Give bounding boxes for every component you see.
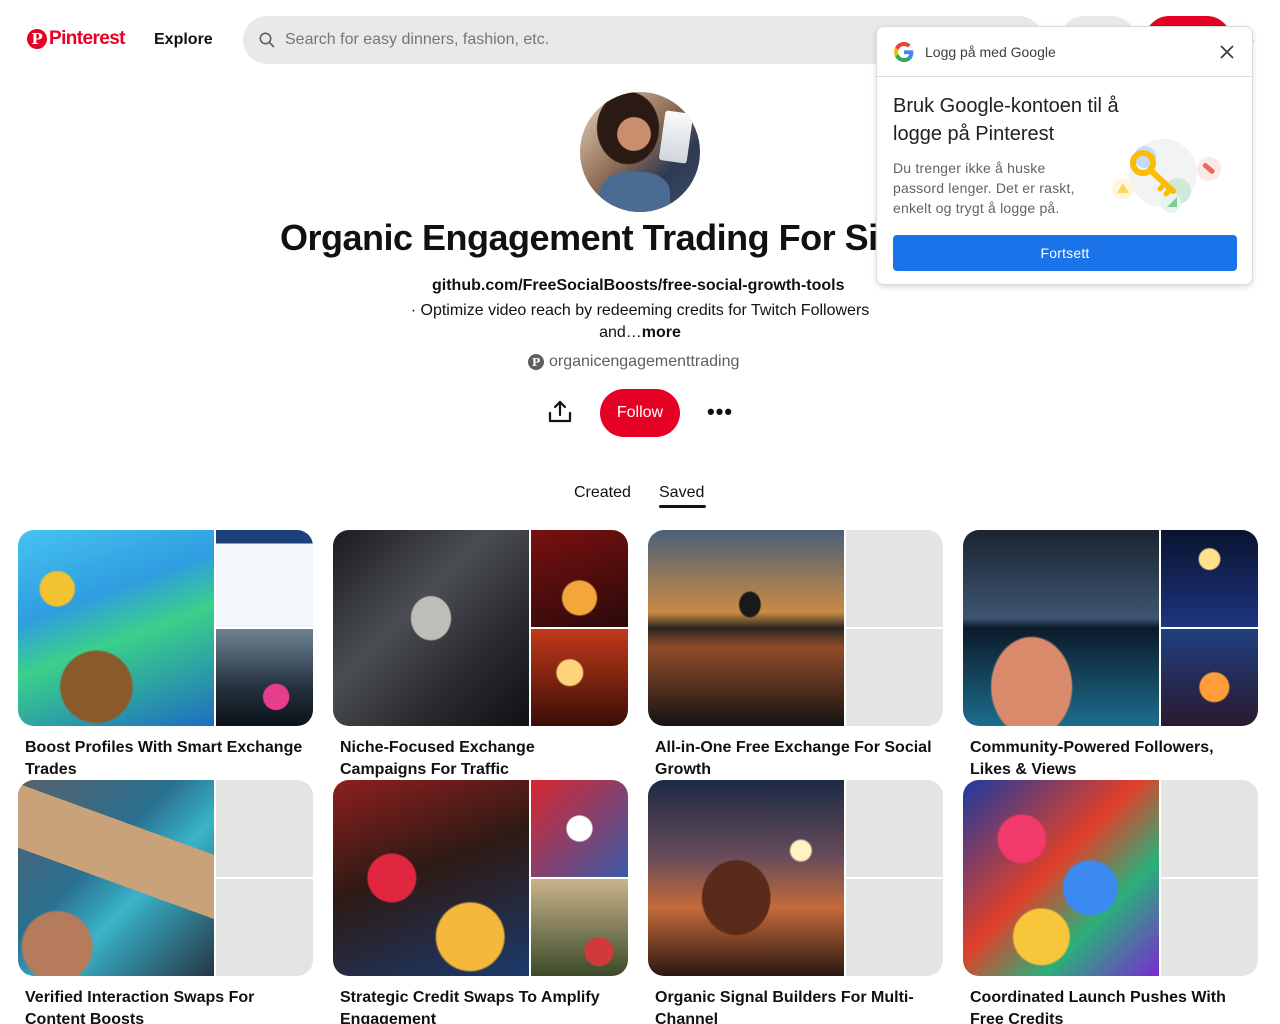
board-title: Verified Interaction Swaps For Content B… [25, 989, 255, 1024]
board-cover [333, 780, 628, 976]
board-card[interactable]: Strategic Credit Swaps To Amplify Engage… [333, 780, 628, 1024]
board-card[interactable]: Organic Signal Builders For Multi-Channe… [648, 780, 943, 1024]
pinterest-logo[interactable]: P Pinterest [27, 28, 126, 50]
board-cover [18, 780, 313, 976]
board-image-placeholder [846, 780, 943, 877]
board-cover [963, 530, 1258, 726]
explore-link[interactable]: Explore [154, 31, 213, 49]
share-button[interactable] [540, 392, 580, 432]
board-image [333, 530, 529, 726]
board-title: Strategic Credit Swaps To Amplify Engage… [340, 989, 600, 1024]
board-cover [333, 530, 628, 726]
close-icon[interactable] [1216, 41, 1238, 63]
username-text: organicengagementtrading [549, 353, 740, 370]
search-input[interactable] [285, 31, 885, 49]
board-image [1161, 629, 1258, 726]
board-image [1161, 530, 1258, 627]
board-image [216, 530, 313, 627]
board-card[interactable]: Niche-Focused Exchange Campaigns For Tra… [333, 530, 628, 781]
profile-avatar [580, 92, 700, 212]
google-signin-popup: Logg på med Google Bruk Google-kontoen t… [876, 26, 1253, 285]
board-card[interactable]: Coordinated Launch Pushes With Free Cred… [963, 780, 1258, 1024]
board-cover [18, 530, 313, 726]
google-popup-body: Du trenger ikke å huske passord lenger. … [893, 160, 1075, 216]
more-link[interactable]: more [642, 324, 681, 341]
more-options-icon[interactable]: ••• [700, 392, 740, 432]
pinterest-logo-icon: P [27, 29, 47, 49]
share-icon [548, 400, 572, 423]
google-popup-header-title: Logg på med Google [925, 43, 1056, 60]
board-image [18, 780, 214, 976]
board-title: Community-Powered Followers, Likes & Vie… [970, 739, 1214, 778]
pinterest-icon: P [528, 354, 544, 370]
board-title: Organic Signal Builders For Multi-Channe… [655, 989, 914, 1024]
tab-saved[interactable]: Saved [659, 484, 704, 502]
board-image-placeholder [846, 530, 943, 627]
board-title: Boost Profiles With Smart Exchange Trade… [25, 739, 303, 778]
board-image [531, 780, 628, 877]
board-image-placeholder [846, 629, 943, 726]
board-title: All-in-One Free Exchange For Social Grow… [655, 739, 932, 778]
board-image [648, 530, 844, 726]
google-popup-header: Logg på med Google [877, 27, 1252, 77]
board-image [963, 530, 1159, 726]
board-image-placeholder [846, 879, 943, 976]
board-cover [963, 780, 1258, 976]
about-line-2: and… [599, 324, 642, 341]
board-card[interactable]: Community-Powered Followers, Likes & Vie… [963, 530, 1258, 781]
board-card[interactable]: Verified Interaction Swaps For Content B… [18, 780, 313, 1024]
key-illustration-icon [1112, 139, 1221, 213]
search-icon [259, 32, 275, 48]
board-image [531, 530, 628, 627]
active-tab-indicator [659, 505, 706, 508]
about-line-1: · Optimize video reach by redeeming cred… [410, 302, 870, 319]
board-cover [648, 780, 943, 976]
continue-button[interactable]: Fortsett [893, 235, 1237, 271]
board-title: Coordinated Launch Pushes With Free Cred… [970, 989, 1226, 1024]
board-title: Niche-Focused Exchange Campaigns For Tra… [340, 739, 535, 778]
profile-about: · Optimize video reach by redeeming cred… [400, 300, 880, 344]
board-image [216, 629, 313, 726]
board-card[interactable]: All-in-One Free Exchange For Social Grow… [648, 530, 943, 781]
board-image [531, 629, 628, 726]
profile-website-link[interactable]: github.com/FreeSocialBoosts/free-social-… [432, 277, 845, 295]
board-image [648, 780, 844, 976]
board-image-placeholder [216, 879, 313, 976]
board-image-placeholder [1161, 879, 1258, 976]
google-g-icon [894, 41, 914, 62]
tab-created[interactable]: Created [574, 484, 631, 502]
board-image-placeholder [1161, 780, 1258, 877]
board-image [333, 780, 529, 976]
board-cover [648, 530, 943, 726]
board-card[interactable]: Boost Profiles With Smart Exchange Trade… [18, 530, 313, 781]
board-image [531, 879, 628, 976]
board-image [18, 530, 214, 726]
follow-button[interactable]: Follow [600, 389, 680, 437]
profile-username[interactable]: P organicengagementtrading [528, 353, 739, 371]
profile-title: Organic Engagement Trading For Site [280, 217, 909, 258]
board-image-placeholder [216, 780, 313, 877]
board-image [963, 780, 1159, 976]
logo-text: Pinterest [49, 28, 126, 49]
